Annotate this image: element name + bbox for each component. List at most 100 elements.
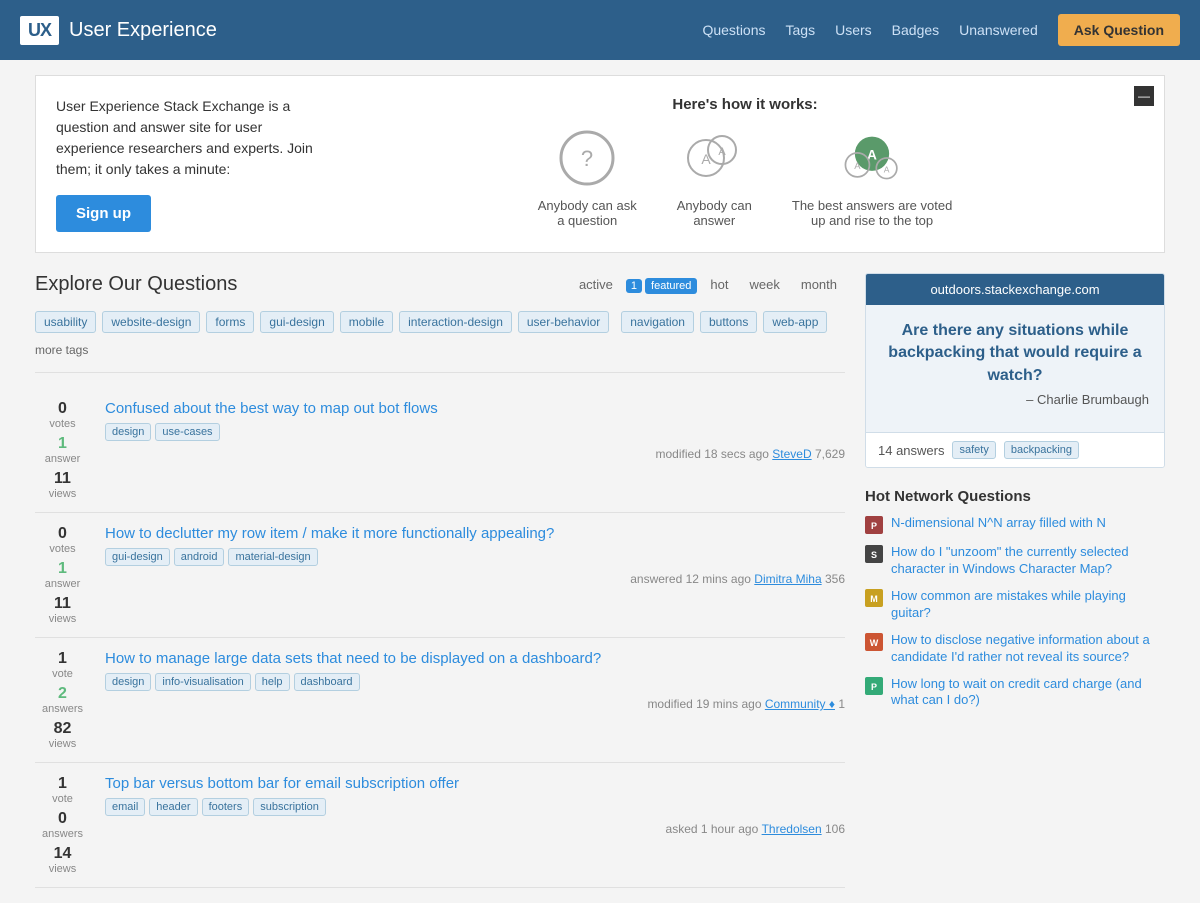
q-tag[interactable]: use-cases xyxy=(155,423,219,441)
hot-network-section: Hot Network Questions P N-dimensional N^… xyxy=(865,488,1165,709)
hot-item: P N-dimensional N^N array filled with N xyxy=(865,515,1165,534)
q-tag[interactable]: android xyxy=(174,548,225,566)
q-tag[interactable]: subscription xyxy=(253,798,326,816)
how-it-works-title: Here's how it works: xyxy=(346,96,1144,113)
hot-item: W How to disclose negative information a… xyxy=(865,632,1165,666)
filter-featured[interactable]: featured xyxy=(645,278,697,294)
hot-item-icon: P xyxy=(865,677,883,695)
hot-item-icon: S xyxy=(865,545,883,563)
q-tag[interactable]: footers xyxy=(202,798,250,816)
meta-time: modified 18 secs ago xyxy=(656,447,773,461)
filter-active[interactable]: active xyxy=(571,273,621,296)
question-stats: 0 votes 1 answer 11 views xyxy=(35,525,90,625)
tag-forms[interactable]: forms xyxy=(206,311,254,333)
hot-item-link[interactable]: How to disclose negative information abo… xyxy=(891,632,1165,666)
featured-question-card: outdoors.stackexchange.com Are there any… xyxy=(865,273,1165,468)
hot-item-link[interactable]: How do I "unzoom" the currently selected… xyxy=(891,544,1165,578)
views-count: 82 xyxy=(40,720,85,738)
q-tag[interactable]: gui-design xyxy=(105,548,170,566)
step-answer: A A Anybody cananswer xyxy=(677,128,752,228)
question-stats: 1 vote 2 answers 82 views xyxy=(35,650,90,750)
step-ask: ? Anybody can aska question xyxy=(538,128,637,228)
step-vote-label: The best answers are votedup and rise to… xyxy=(792,198,952,228)
hot-item: S How do I "unzoom" the currently select… xyxy=(865,544,1165,578)
views-label: views xyxy=(40,738,85,750)
tag-website-design[interactable]: website-design xyxy=(102,311,200,333)
close-banner-button[interactable]: — xyxy=(1134,86,1154,106)
questions-title: Explore Our Questions xyxy=(35,273,237,296)
nav-badges[interactable]: Badges xyxy=(892,22,939,38)
q-tag[interactable]: design xyxy=(105,423,151,441)
q-tag[interactable]: email xyxy=(105,798,145,816)
meta-user-link[interactable]: SteveD xyxy=(772,447,811,461)
votes-box: 0 votes xyxy=(40,525,85,555)
q-tag[interactable]: design xyxy=(105,673,151,691)
views-box: 82 views xyxy=(40,720,85,750)
featured-site: outdoors.stackexchange.com xyxy=(866,274,1164,305)
hot-item-icon: M xyxy=(865,589,883,607)
answer-count: 0 xyxy=(40,810,85,828)
hot-item-link[interactable]: How common are mistakes while playing gu… xyxy=(891,588,1165,622)
q-tag[interactable]: dashboard xyxy=(294,673,360,691)
tag-web-app[interactable]: web-app xyxy=(763,311,827,333)
tags-row: usability website-design forms gui-desig… xyxy=(35,311,845,373)
views-count: 14 xyxy=(40,845,85,863)
q-tag[interactable]: header xyxy=(149,798,197,816)
answers-box: 2 answers xyxy=(40,685,85,715)
question-item: 0 votes 1 answer 11 views Confused about… xyxy=(35,388,845,513)
meta-user-link[interactable]: Thredolsen xyxy=(762,822,822,836)
tag-interaction-design[interactable]: interaction-design xyxy=(399,311,512,333)
answer-label: answers xyxy=(40,703,85,715)
meta-rep: 7,629 xyxy=(812,447,845,461)
q-tag[interactable]: material-design xyxy=(228,548,317,566)
featured-tag-safety[interactable]: safety xyxy=(952,441,995,459)
hot-item-link[interactable]: N-dimensional N^N array filled with N xyxy=(891,515,1106,532)
nav-unanswered[interactable]: Unanswered xyxy=(959,22,1038,38)
tag-usability[interactable]: usability xyxy=(35,311,96,333)
hot-item-icon: P xyxy=(865,516,883,534)
tag-mobile[interactable]: mobile xyxy=(340,311,393,333)
filter-featured-wrapper: 1featured xyxy=(626,277,698,292)
q-tag[interactable]: help xyxy=(255,673,290,691)
answer-icon: A A xyxy=(684,128,744,188)
tag-buttons[interactable]: buttons xyxy=(700,311,757,333)
meta-rep: 356 xyxy=(822,572,845,586)
tag-user-behavior[interactable]: user-behavior xyxy=(518,311,609,333)
tag-gui-design[interactable]: gui-design xyxy=(260,311,333,333)
ask-question-button[interactable]: Ask Question xyxy=(1058,14,1180,46)
question-title-link[interactable]: How to manage large data sets that need … xyxy=(105,650,845,667)
question-tags: design use-cases xyxy=(105,423,845,441)
question-title-link[interactable]: How to declutter my row item / make it m… xyxy=(105,525,845,542)
featured-question-text: Are there any situations while backpacki… xyxy=(881,320,1149,387)
nav-users[interactable]: Users xyxy=(835,22,872,38)
nav-questions[interactable]: Questions xyxy=(702,22,765,38)
featured-content: Are there any situations while backpacki… xyxy=(866,305,1164,432)
filter-month[interactable]: month xyxy=(793,273,845,296)
question-title-link[interactable]: Confused about the best way to map out b… xyxy=(105,400,845,417)
question-title-link[interactable]: Top bar versus bottom bar for email subs… xyxy=(105,775,845,792)
meta-time: asked 1 hour ago xyxy=(666,822,762,836)
answers-box: 0 answers xyxy=(40,810,85,840)
q-tag[interactable]: info-visualisation xyxy=(155,673,250,691)
main-nav: Questions Tags Users Badges Unanswered A… xyxy=(702,14,1180,46)
question-tags: gui-design android material-design xyxy=(105,548,845,566)
filter-tabs: active 1featured hot week month xyxy=(571,273,845,296)
votes-box: 1 vote xyxy=(40,650,85,680)
hot-item: M How common are mistakes while playing … xyxy=(865,588,1165,622)
vote-count: 0 xyxy=(40,525,85,543)
logo-icon: UX xyxy=(20,16,59,45)
hot-item-link[interactable]: How long to wait on credit card charge (… xyxy=(891,676,1165,710)
question-meta: answered 12 mins ago Dimitra Miha 356 xyxy=(105,572,845,586)
featured-tag-backpacking[interactable]: backpacking xyxy=(1004,441,1079,459)
signup-button[interactable]: Sign up xyxy=(56,195,151,232)
step-vote: A A A The best answers are votedup and r… xyxy=(792,128,952,228)
meta-user-link[interactable]: Community ♦ xyxy=(765,697,835,711)
views-label: views xyxy=(40,863,85,875)
meta-user-link[interactable]: Dimitra Miha xyxy=(754,572,821,586)
tag-navigation[interactable]: navigation xyxy=(621,311,694,333)
nav-tags[interactable]: Tags xyxy=(786,22,816,38)
filter-hot[interactable]: hot xyxy=(702,273,736,296)
filter-week[interactable]: week xyxy=(742,273,788,296)
question-item: 1 vote 0 answers 14 views Top bar versus… xyxy=(35,763,845,888)
more-tags-link[interactable]: more tags xyxy=(35,343,88,357)
